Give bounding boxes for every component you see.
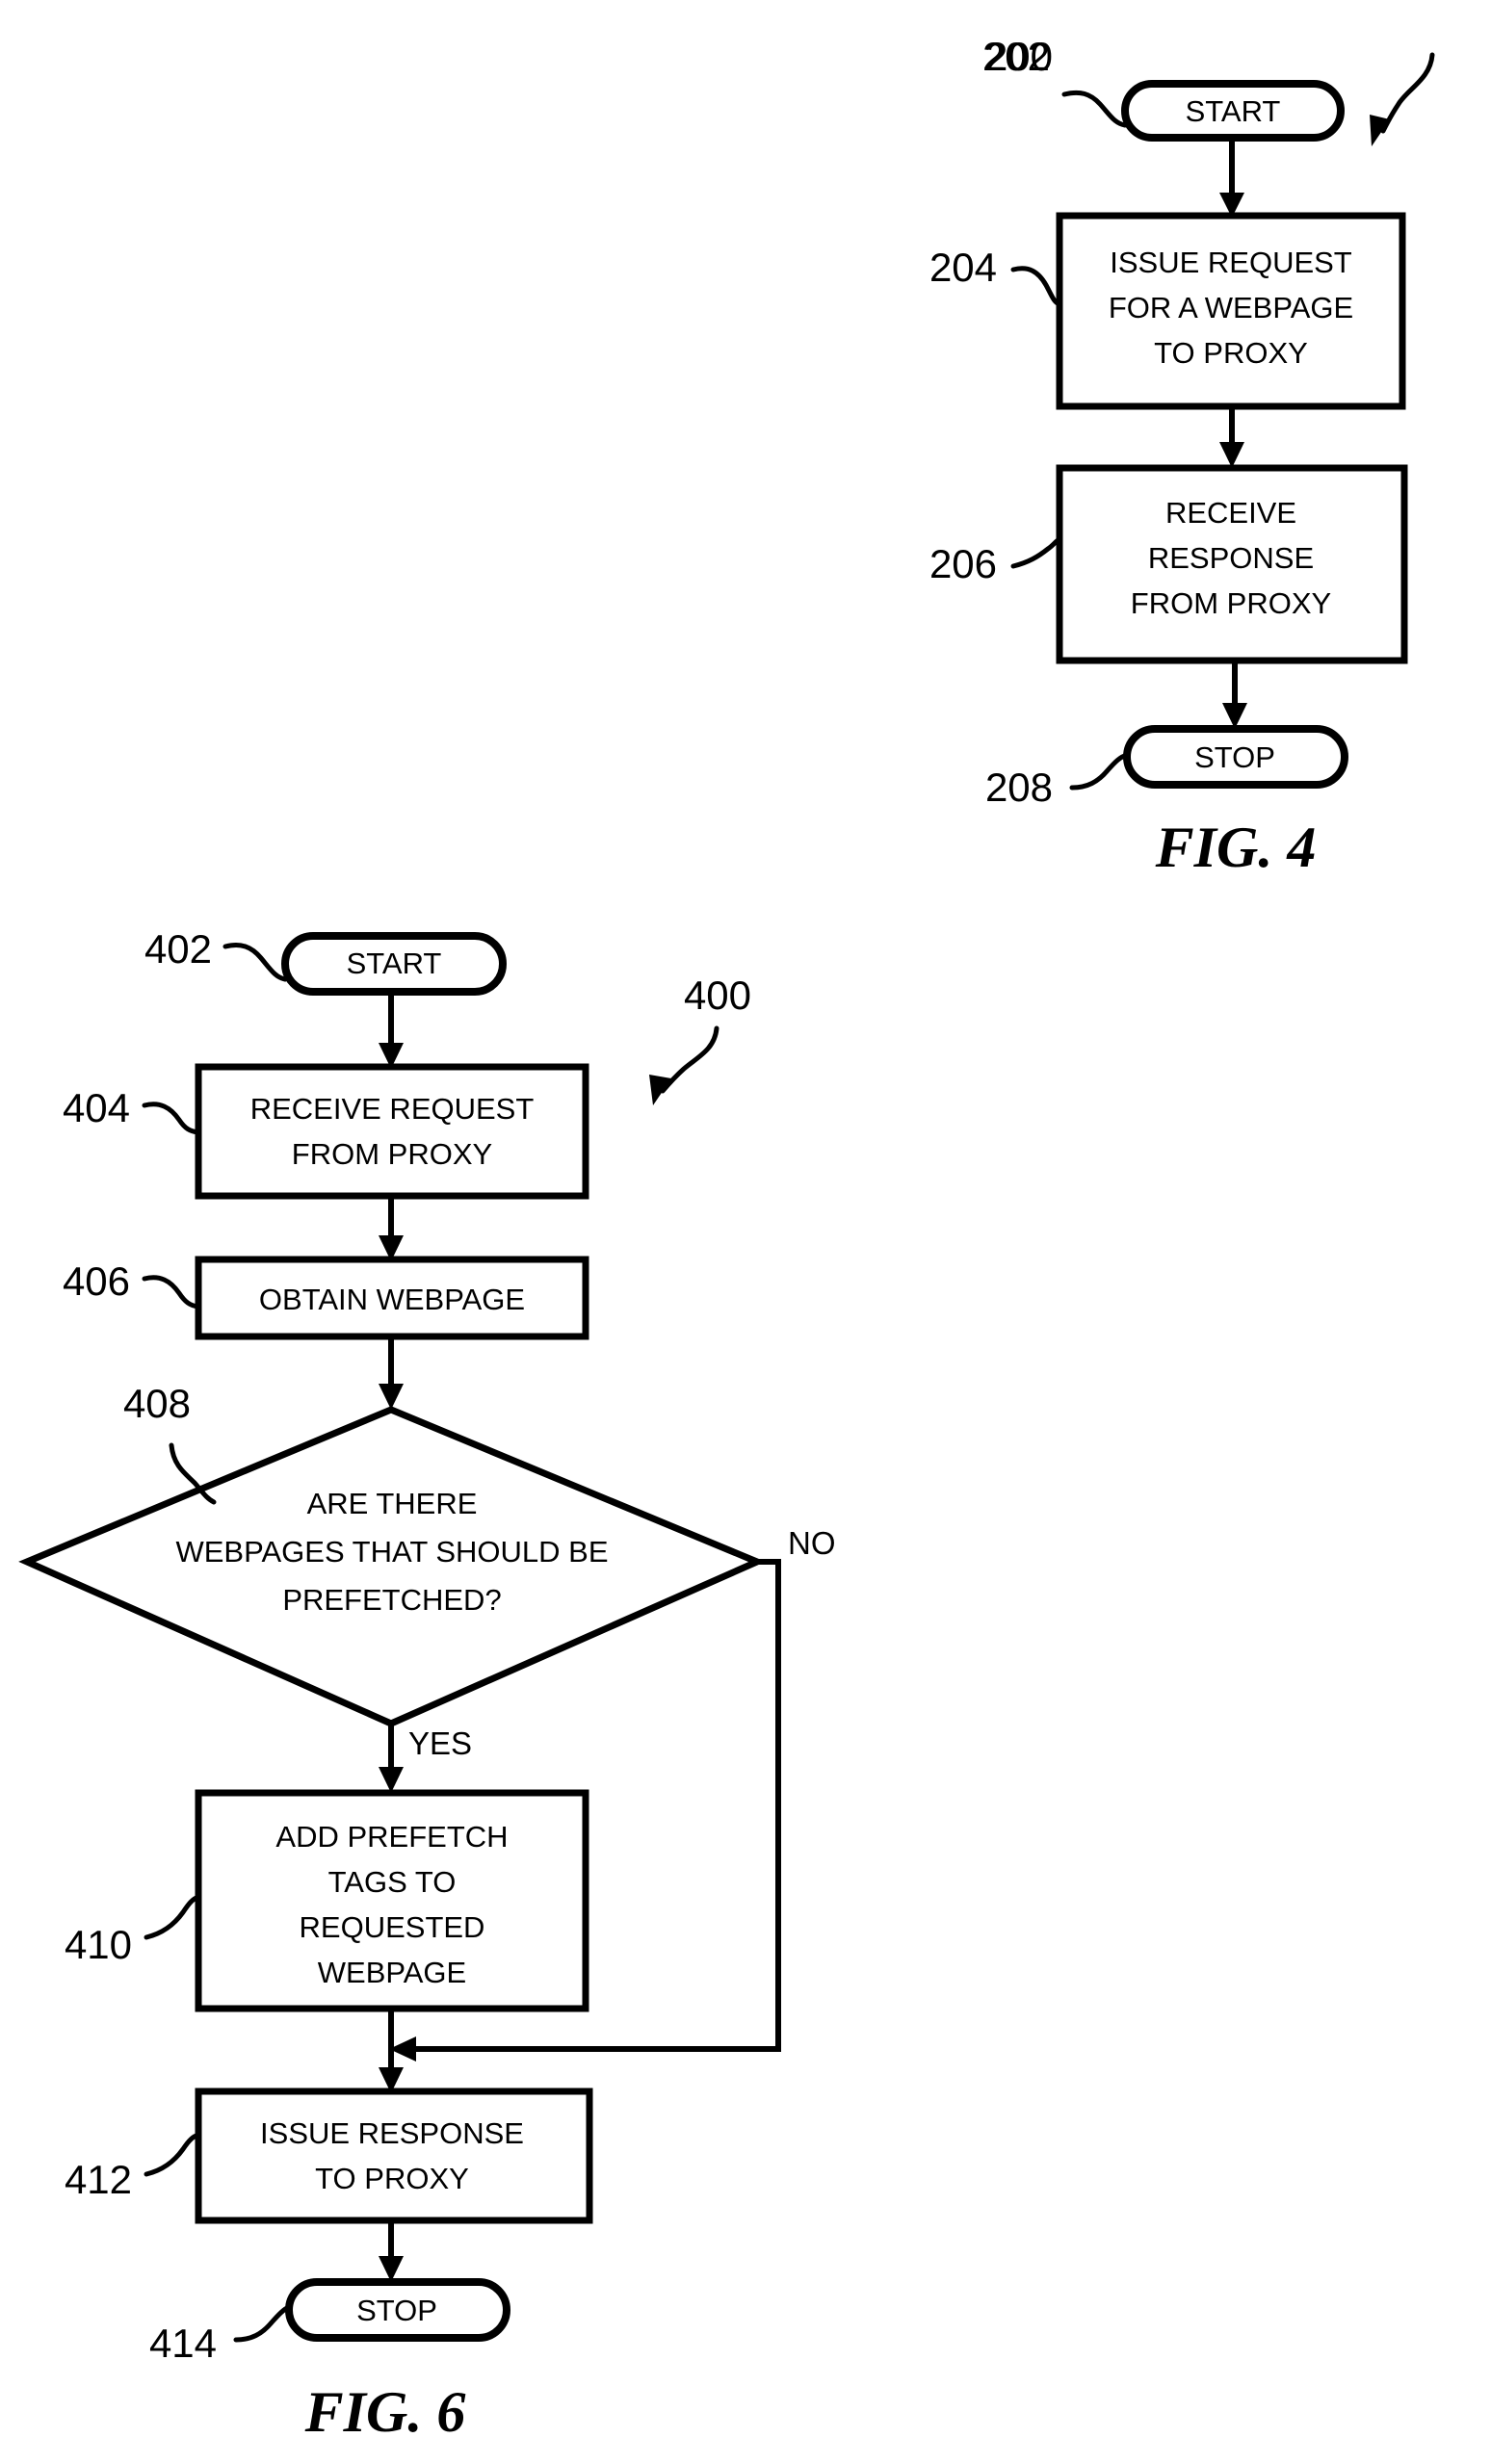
box-410-line3: REQUESTED — [300, 1910, 485, 1944]
ref-number-404: 404 — [63, 1085, 130, 1130]
figure-6-caption: FIG. 6 — [304, 2380, 466, 2444]
ref-leader-410 — [144, 1894, 201, 1940]
diamond-408-line3: PREFETCHED? — [282, 1583, 501, 1617]
patent-drawing-sheet: 200 202 START ISSUE REQUEST FOR A WEBPAG… — [0, 0, 1491, 2464]
ref-number-402: 402 — [144, 926, 212, 972]
connector-404-406 — [379, 1196, 404, 1261]
connector-408-yes-branch — [379, 1724, 404, 1793]
connector-402-404 — [379, 992, 404, 1069]
ref-leader-402 — [222, 943, 288, 982]
figure-6: 400 402 START RECEIVE REQUEST FROM PROXY… — [18, 926, 836, 2444]
diamond-408-line1: ARE THERE — [307, 1487, 478, 1520]
ref-number-412: 412 — [65, 2157, 132, 2202]
process-box-404 — [195, 1063, 589, 1200]
connector-406-408 — [379, 1336, 404, 1410]
start-label-402: START — [347, 947, 442, 980]
box-406-line1: OBTAIN WEBPAGE — [259, 1283, 525, 1316]
box-410-line4: WEBPAGE — [318, 1956, 466, 1989]
diamond-408-line2: WEBPAGES THAT SHOULD BE — [175, 1535, 608, 1569]
stop-label-414: STOP — [356, 2294, 437, 2327]
flow-ref-400-arrow — [649, 1025, 719, 1105]
ref-leader-404 — [142, 1102, 201, 1135]
box-412-line2: TO PROXY — [315, 2162, 469, 2195]
ref-number-406: 406 — [63, 1258, 130, 1304]
branch-label-no: NO — [788, 1525, 836, 1561]
box-410-line1: ADD PREFETCH — [275, 1820, 508, 1854]
ref-number-414: 414 — [149, 2321, 217, 2366]
branch-label-yes: YES — [408, 1725, 472, 1761]
ref-leader-406 — [142, 1275, 201, 1310]
ref-number-408: 408 — [123, 1381, 191, 1426]
connector-412-414 — [379, 2220, 404, 2282]
ref-number-410: 410 — [65, 1922, 132, 1967]
process-box-412 — [195, 2088, 593, 2224]
box-404-line1: RECEIVE REQUEST — [250, 1092, 535, 1126]
ref-number-400: 400 — [684, 973, 751, 1018]
box-412-line1: ISSUE RESPONSE — [260, 2116, 524, 2150]
ref-leader-414 — [233, 2304, 292, 2343]
box-404-line2: FROM PROXY — [292, 1137, 492, 1171]
ref-leader-412 — [144, 2132, 201, 2177]
box-410-line2: TAGS TO — [328, 1865, 457, 1899]
